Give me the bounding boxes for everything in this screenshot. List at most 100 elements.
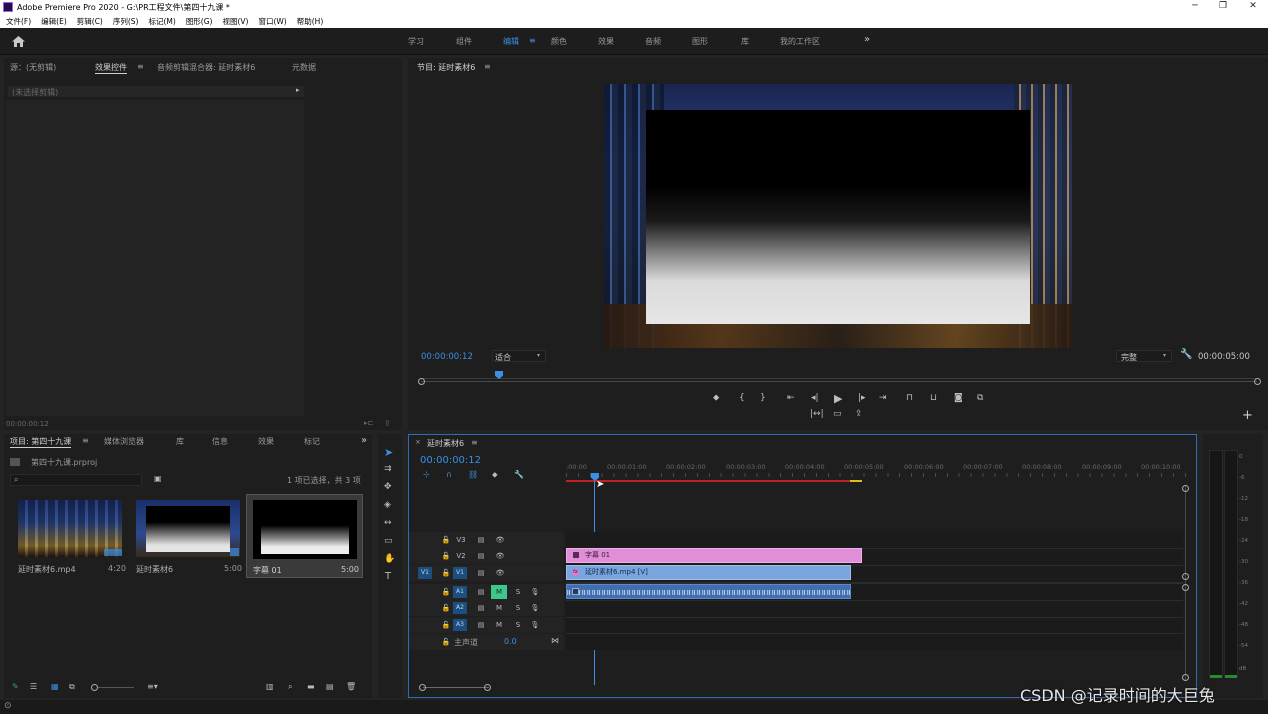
expand-arrow-icon[interactable]: ▸ bbox=[296, 86, 300, 94]
linked-selection-icon[interactable]: ⛓ bbox=[468, 470, 478, 479]
wrench-icon[interactable]: 🔧 bbox=[1180, 349, 1192, 360]
tab-media-browser[interactable]: 媒体浏览器 bbox=[104, 436, 144, 447]
minimize-button[interactable]: ─ bbox=[1180, 0, 1210, 14]
menu-edit[interactable]: 编辑(E) bbox=[35, 14, 71, 28]
hand-tool-icon[interactable]: ✋ bbox=[384, 554, 395, 564]
add-marker-icon[interactable]: ⬥ bbox=[492, 470, 498, 480]
track-target-a1[interactable]: A1 bbox=[453, 586, 467, 598]
razor-tool-icon[interactable]: ◈ bbox=[384, 500, 391, 510]
lock-icon[interactable]: 🔓 bbox=[440, 534, 452, 546]
timeline-timecode[interactable]: 00:00:00:12 bbox=[420, 455, 481, 466]
sync-lock-icon[interactable]: ▤ bbox=[475, 602, 487, 614]
lock-icon[interactable]: 🔓 bbox=[440, 567, 452, 579]
solo-button[interactable]: S bbox=[512, 619, 524, 631]
tab-info[interactable]: 信息 bbox=[212, 436, 228, 447]
vertical-scrollbar[interactable] bbox=[1185, 485, 1186, 680]
menu-sequence[interactable]: 序列(S) bbox=[107, 14, 143, 28]
timeline-settings-icon[interactable]: 🔧 bbox=[514, 470, 524, 479]
go-to-in-icon[interactable]: ⇤ bbox=[787, 393, 795, 403]
sync-lock-icon[interactable]: ▤ bbox=[475, 619, 487, 631]
share-icon[interactable]: ⇪ bbox=[855, 409, 863, 419]
sync-lock-icon[interactable]: ▤ bbox=[475, 586, 487, 598]
workspace-audio[interactable]: 音频 bbox=[645, 36, 661, 47]
new-bin-icon[interactable]: ▬ bbox=[307, 682, 315, 691]
horizontal-scrollbar[interactable] bbox=[423, 687, 489, 688]
slip-tool-icon[interactable]: ↔ bbox=[384, 518, 392, 528]
source-patch-v1[interactable]: V1 bbox=[418, 567, 432, 579]
go-to-end-icon[interactable]: ⋈ bbox=[551, 636, 559, 645]
ripple-edit-tool-icon[interactable]: ✥ bbox=[384, 482, 392, 492]
lock-icon[interactable]: 🔓 bbox=[440, 636, 452, 648]
mark-in-icon[interactable]: { bbox=[739, 393, 745, 403]
lock-icon[interactable]: 🔓 bbox=[440, 602, 452, 614]
export-frame-icon[interactable]: ◙ bbox=[954, 393, 963, 403]
track-target-a2[interactable]: A2 bbox=[453, 602, 467, 614]
mark-out-icon[interactable]: } bbox=[760, 393, 766, 403]
menu-view[interactable]: 视图(V) bbox=[216, 14, 252, 28]
tab-audio-clip-mixer[interactable]: 音频剪辑混合器: 延时素材6 bbox=[157, 62, 255, 73]
close-icon[interactable]: × bbox=[415, 438, 421, 446]
extract-icon[interactable]: ⊔ bbox=[930, 393, 937, 403]
comparison-view-icon[interactable]: ⧉ bbox=[977, 393, 983, 403]
lift-icon[interactable]: ⊓ bbox=[906, 393, 913, 403]
go-to-out-icon[interactable]: ⇥ bbox=[879, 393, 887, 403]
workspace-libraries[interactable]: 库 bbox=[741, 36, 749, 47]
playback-quality-dropdown[interactable]: 完整 ▾ bbox=[1116, 350, 1172, 362]
tab-metadata[interactable]: 元数据 bbox=[292, 62, 316, 73]
lock-icon[interactable]: 🔓 bbox=[440, 619, 452, 631]
more-workspaces-icon[interactable]: » bbox=[864, 34, 870, 45]
master-volume-value[interactable]: 0.0 bbox=[504, 637, 517, 646]
workspace-learn[interactable]: 学习 bbox=[408, 36, 424, 47]
project-item[interactable]: 延时素材6 5:00 bbox=[132, 498, 242, 574]
find-icon[interactable]: ⌕ bbox=[288, 682, 292, 692]
scroll-handle-left[interactable] bbox=[418, 378, 425, 385]
list-view-icon[interactable]: ☰ bbox=[30, 682, 37, 691]
zoom-level-dropdown[interactable]: 适合 ▾ bbox=[492, 350, 546, 362]
video-clip[interactable]: fx 延时素材6.mp4 [V] bbox=[566, 565, 851, 580]
sync-lock-icon[interactable]: ▤ bbox=[475, 550, 487, 562]
solo-button[interactable]: S bbox=[512, 602, 524, 614]
menu-file[interactable]: 文件(F) bbox=[0, 14, 35, 28]
microphone-icon[interactable]: 🎙 bbox=[529, 602, 541, 614]
workspace-color[interactable]: 颜色 bbox=[551, 36, 567, 47]
eye-icon[interactable]: 👁 bbox=[494, 534, 506, 546]
tab-effects[interactable]: 效果 bbox=[258, 436, 274, 447]
panel-menu-icon[interactable]: ≡ bbox=[137, 62, 144, 71]
pen-tool-icon[interactable]: ▭ bbox=[384, 536, 393, 546]
nest-toggle-icon[interactable]: ⊹ bbox=[423, 470, 430, 479]
workspace-my-workspace[interactable]: 我的工作区 bbox=[780, 36, 820, 47]
scroll-handle-mid[interactable] bbox=[1182, 573, 1189, 580]
tab-source[interactable]: 源：(无剪辑) bbox=[10, 62, 56, 73]
panel-menu-icon[interactable]: ≡ bbox=[471, 438, 478, 447]
workspace-editing[interactable]: 编辑 bbox=[503, 36, 519, 47]
zoom-scrollbar[interactable] bbox=[421, 381, 1257, 382]
mute-button[interactable]: M bbox=[493, 602, 505, 614]
insert-icon[interactable]: |↔| bbox=[810, 409, 824, 419]
menu-help[interactable]: 帮助(H) bbox=[291, 14, 328, 28]
project-search-input[interactable]: ⌕ bbox=[10, 474, 142, 486]
menu-marker[interactable]: 标记(M) bbox=[142, 14, 179, 28]
eye-icon[interactable]: 👁 bbox=[494, 550, 506, 562]
writable-icon[interactable]: ✎ bbox=[12, 682, 19, 691]
step-back-icon[interactable]: ◂| bbox=[811, 393, 819, 403]
eye-icon[interactable]: 👁 bbox=[494, 567, 506, 579]
snap-icon[interactable]: ∩ bbox=[446, 470, 452, 479]
mute-button-active[interactable]: M bbox=[491, 585, 507, 599]
zoom-slider[interactable] bbox=[98, 687, 134, 688]
safe-margins-icon[interactable]: ▭ bbox=[833, 409, 842, 419]
automate-to-sequence-icon[interactable]: ▥ bbox=[266, 682, 274, 691]
sync-lock-icon[interactable]: ▤ bbox=[475, 534, 487, 546]
workspace-menu-icon[interactable]: ≡ bbox=[529, 36, 536, 45]
microphone-icon[interactable]: 🎙 bbox=[529, 619, 541, 631]
workspace-graphics[interactable]: 图形 bbox=[692, 36, 708, 47]
menu-clip[interactable]: 剪辑(C) bbox=[71, 14, 107, 28]
scroll-handle-right[interactable] bbox=[1254, 378, 1261, 385]
tab-libraries[interactable]: 库 bbox=[176, 436, 184, 447]
type-tool-icon[interactable]: T bbox=[385, 571, 391, 582]
scroll-handle-top[interactable] bbox=[1182, 485, 1189, 492]
lock-icon[interactable]: 🔓 bbox=[440, 550, 452, 562]
sort-icon[interactable]: ≡▾ bbox=[147, 682, 158, 691]
mute-button[interactable]: M bbox=[493, 619, 505, 631]
menu-graphics[interactable]: 图形(G) bbox=[180, 14, 217, 28]
freeform-view-icon[interactable]: ⧉ bbox=[69, 682, 75, 692]
